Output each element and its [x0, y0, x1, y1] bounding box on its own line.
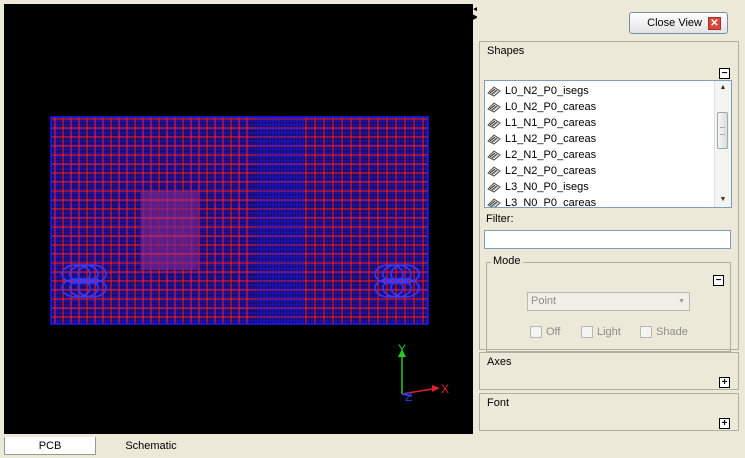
- mode-select[interactable]: Point ▼: [527, 292, 690, 311]
- close-view-button[interactable]: Close View ✕: [629, 12, 728, 34]
- checkbox-shade-box[interactable]: [640, 326, 652, 338]
- axes-title: Axes: [487, 356, 512, 368]
- tab-schematic[interactable]: Schematic: [106, 437, 196, 455]
- pcb-render[interactable]: X Y Z: [4, 4, 473, 434]
- collapse-mode-icon[interactable]: −: [713, 275, 724, 286]
- mode-title: Mode: [491, 255, 523, 267]
- list-item-label: L3_N0_P0_isegs: [505, 181, 589, 193]
- font-group: Font +: [479, 393, 739, 431]
- checkbox-light-box[interactable]: [581, 326, 593, 338]
- x-axis-label: X: [441, 382, 449, 396]
- view-tabs: PCB Schematic: [0, 434, 745, 458]
- list-item[interactable]: L1_N1_P0_careas: [487, 115, 596, 131]
- shape-layer-icon: [487, 165, 501, 177]
- list-item-label: L0_N2_P0_careas: [505, 101, 597, 113]
- list-item[interactable]: L0_N2_P0_isegs: [487, 83, 589, 99]
- 3d-viewport[interactable]: X Y Z: [4, 4, 473, 434]
- shape-layer-icon: [487, 85, 501, 97]
- chevron-down-icon: ▼: [678, 298, 685, 305]
- scroll-thumb[interactable]: [717, 112, 728, 149]
- font-title: Font: [487, 397, 510, 409]
- list-item-label: L1_N1_P0_careas: [505, 117, 597, 129]
- list-item[interactable]: L3_N0_P0_isegs: [487, 179, 589, 195]
- shape-layer-icon: [487, 149, 501, 161]
- shapes-title: Shapes: [487, 45, 525, 57]
- list-item-label: L0_N2_P0_isegs: [505, 85, 589, 97]
- list-item-label: L2_N2_P0_careas: [505, 165, 597, 177]
- pcb-mesh-grid: [50, 116, 429, 325]
- z-axis-label: Z: [405, 390, 412, 404]
- close-view-label: Close View: [647, 17, 702, 29]
- list-item-label: L2_N1_P0_careas: [505, 149, 597, 161]
- close-icon: ✕: [708, 16, 721, 30]
- list-item[interactable]: L2_N2_P0_careas: [487, 163, 596, 179]
- expand-axes-icon[interactable]: +: [719, 377, 730, 388]
- list-item[interactable]: L1_N2_P0_careas: [487, 131, 596, 147]
- shapes-group: Shapes − L0_N2_P0_isegs L0_N2_P0_careas L1…: [479, 41, 739, 352]
- shape-layer-icon: [487, 117, 501, 129]
- filter-input[interactable]: [484, 230, 731, 249]
- list-item[interactable]: L2_N1_P0_careas: [487, 147, 596, 163]
- checkbox-off-label: Off: [546, 326, 561, 338]
- checkbox-shade-label: Shade: [656, 326, 688, 338]
- shape-layer-icon: [487, 197, 501, 207]
- mode-select-value: Point: [531, 295, 557, 307]
- list-item-label: L3_N0_P0_careas: [505, 197, 597, 208]
- tab-pcb[interactable]: PCB: [4, 437, 96, 455]
- axes-group: Axes +: [479, 352, 739, 390]
- shapes-list[interactable]: L0_N2_P0_isegs L0_N2_P0_careas L1_N1_P0_ca…: [484, 80, 732, 208]
- shape-layer-icon: [487, 101, 501, 113]
- checkbox-light[interactable]: Light: [581, 326, 621, 338]
- list-item[interactable]: L0_N2_P0_careas: [487, 99, 596, 115]
- scroll-down-icon[interactable]: ▼: [715, 193, 731, 207]
- filter-label: Filter:: [486, 213, 514, 225]
- shape-layer-icon: [487, 181, 501, 193]
- shapes-scrollbar[interactable]: ▲ ▼: [714, 81, 731, 207]
- list-item-label: L1_N2_P0_careas: [505, 133, 597, 145]
- collapse-shapes-icon[interactable]: −: [719, 68, 730, 79]
- checkbox-off-box[interactable]: [530, 326, 542, 338]
- expand-font-icon[interactable]: +: [719, 418, 730, 429]
- checkbox-shade[interactable]: Shade: [640, 326, 688, 338]
- checkbox-off[interactable]: Off: [530, 326, 560, 338]
- list-item[interactable]: L3_N0_P0_careas: [487, 195, 597, 208]
- scroll-up-icon[interactable]: ▲: [715, 81, 731, 95]
- checkbox-light-label: Light: [597, 326, 621, 338]
- side-panel: Close View ✕ Shapes − L0_N2_P0_isegs L0_N…: [477, 4, 741, 434]
- shape-layer-icon: [487, 133, 501, 145]
- y-axis-label: Y: [398, 342, 406, 356]
